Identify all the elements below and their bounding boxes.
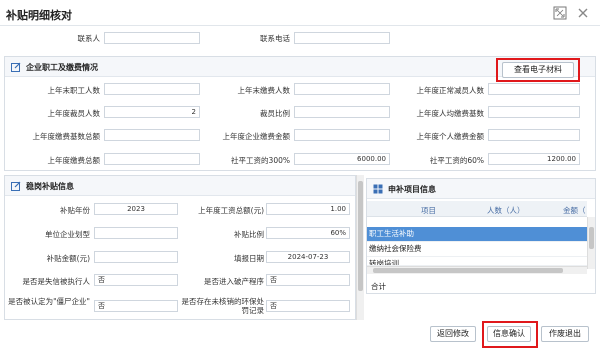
column-header-count[interactable]: 人数（人） <box>487 205 525 216</box>
items-vertical-scrollbar-thumb[interactable] <box>589 227 594 249</box>
subsidy-field[interactable]: 否 <box>266 300 350 312</box>
staff-field[interactable] <box>488 129 580 141</box>
subsidy-scrollbar[interactable] <box>356 175 364 320</box>
subsidy-field[interactable]: 否 <box>94 274 178 286</box>
edit-icon <box>11 62 21 72</box>
table-row[interactable]: 职工生活补助 <box>367 227 587 242</box>
items-table: 项目 人数（人） 金额（ 职工生活补助 缴纳社会保险费 转岗培训 <box>367 201 587 291</box>
title-bar: 补贴明细核对 <box>0 0 600 26</box>
staff-field[interactable] <box>294 83 390 95</box>
subsidy-scrollbar-thumb[interactable] <box>358 181 363 291</box>
edit-icon <box>11 181 21 191</box>
close-icon[interactable] <box>576 6 590 20</box>
subsidy-label: 补贴比例 <box>234 230 264 239</box>
subsidy-field[interactable]: 否 <box>94 300 178 312</box>
staff-field[interactable] <box>488 83 580 95</box>
contact-person-label: 联系人 <box>77 34 101 43</box>
staff-field[interactable] <box>294 129 390 141</box>
subsidy-label: 补贴年份 <box>60 206 90 215</box>
staff-label: 上年末职工人数 <box>47 86 101 95</box>
subsidy-field[interactable]: 1.00 <box>266 203 350 215</box>
staff-label: 上年度正常减员人数 <box>416 86 485 95</box>
items-horizontal-scrollbar-thumb[interactable] <box>373 268 563 273</box>
fullscreen-icon[interactable] <box>553 6 567 20</box>
subsidy-field[interactable] <box>94 251 178 263</box>
items-vertical-scrollbar[interactable] <box>587 217 595 269</box>
subsidy-label: 是否被认定为"僵尸企业" <box>8 297 90 306</box>
subsidy-label: 补贴金额(元) <box>46 254 90 263</box>
staff-label: 裁员比例 <box>260 109 290 118</box>
window-title: 补贴明细核对 <box>6 9 72 22</box>
items-section-header: 申补项目信息 <box>367 179 595 199</box>
contact-phone-label: 联系电话 <box>260 34 290 43</box>
table-row[interactable]: 转岗培训 <box>367 257 587 266</box>
staff-label: 社平工资的300% <box>231 156 290 165</box>
contact-phone-field[interactable] <box>294 32 390 44</box>
subsidy-label: 单位企业划型 <box>45 230 90 239</box>
subsidy-label: 是否存在未核销的环保处罚记录 <box>181 297 265 315</box>
subsidy-label: 填报日期 <box>234 254 264 263</box>
subsidy-field[interactable]: 2024-07-23 <box>266 251 350 263</box>
contact-person-field[interactable] <box>104 32 200 44</box>
staff-label: 上年度人均缴费基数 <box>416 109 485 118</box>
table-row[interactable]: 缴纳社会保险费 <box>367 242 587 257</box>
staff-label: 社平工资的60% <box>429 156 484 165</box>
subsidy-label: 上年度工资总额(元) <box>198 206 264 215</box>
staff-field[interactable]: 6000.00 <box>294 153 390 165</box>
subsidy-field[interactable]: 2023 <box>94 203 178 215</box>
staff-field[interactable] <box>104 83 200 95</box>
subsidy-field[interactable]: 60% <box>266 227 350 239</box>
highlight-box <box>482 321 538 348</box>
subsidy-section-header: 稳岗补贴信息 <box>5 176 355 196</box>
staff-label: 上年度缴费总额 <box>47 156 101 165</box>
grid-icon <box>373 184 383 194</box>
items-table-header: 项目 人数（人） 金额（ <box>367 201 587 217</box>
column-header-item[interactable]: 项目 <box>421 205 436 216</box>
staff-label: 上年度缴费基数总额 <box>32 132 101 141</box>
total-label: 合计 <box>371 282 386 291</box>
staff-label: 上年末缴费人数 <box>237 86 291 95</box>
subsidy-section-title: 稳岗补贴信息 <box>26 182 74 191</box>
staff-field[interactable] <box>488 106 580 118</box>
column-header-amount[interactable]: 金额（ <box>563 205 586 216</box>
highlight-box <box>496 58 580 82</box>
staff-field[interactable] <box>294 106 390 118</box>
back-to-edit-button[interactable]: 返回修改 <box>430 326 476 342</box>
void-exit-button[interactable]: 作废退出 <box>541 326 589 342</box>
staff-field[interactable]: 1200.00 <box>488 153 580 165</box>
staff-section-title: 企业职工及缴费情况 <box>26 63 98 72</box>
subsidy-field[interactable] <box>94 227 178 239</box>
items-section: 申补项目信息 项目 人数（人） 金额（ 职工生活补助 缴纳社会保险费 转岗培训 … <box>366 178 596 294</box>
staff-label: 上年度裁员人数 <box>47 109 101 118</box>
staff-label: 上年度个人缴费金额 <box>416 132 485 141</box>
subsidy-field[interactable]: 否 <box>266 274 350 286</box>
staff-field[interactable] <box>104 129 200 141</box>
staff-field[interactable] <box>104 153 200 165</box>
staff-label: 上年度企业缴费金额 <box>222 132 291 141</box>
subsidy-label: 是否进入破产程序 <box>204 277 264 286</box>
items-horizontal-scrollbar[interactable] <box>367 266 587 274</box>
subsidy-label: 是否是失信被执行人 <box>22 277 91 286</box>
items-section-title: 申补项目信息 <box>388 185 436 194</box>
staff-field[interactable]: 2 <box>104 106 200 118</box>
contact-row: 联系人 联系电话 <box>0 30 600 48</box>
